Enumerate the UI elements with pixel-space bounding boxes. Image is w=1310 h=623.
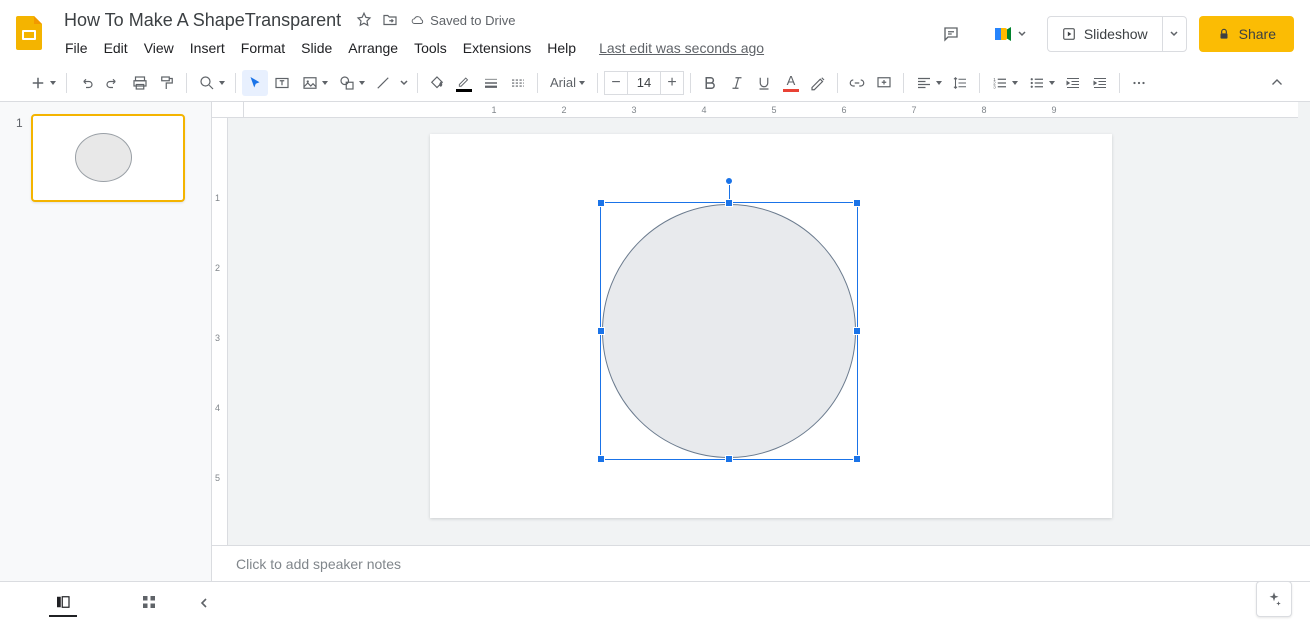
meet-button[interactable] <box>983 14 1035 54</box>
textbox-tool[interactable] <box>269 70 295 96</box>
share-label: Share <box>1239 26 1276 42</box>
select-tool[interactable] <box>242 70 268 96</box>
align-button[interactable] <box>910 70 946 96</box>
slides-logo[interactable] <box>10 12 50 52</box>
share-button[interactable]: Share <box>1199 16 1294 52</box>
comment-history-button[interactable] <box>931 14 971 54</box>
font-family-select[interactable]: Arial <box>544 70 591 96</box>
saved-status[interactable]: Saved to Drive <box>411 13 515 28</box>
explore-button[interactable] <box>1256 581 1292 617</box>
redo-button[interactable] <box>100 70 126 96</box>
filmstrip: 1 <box>0 102 212 581</box>
border-color-button[interactable] <box>451 70 477 96</box>
zoom-button[interactable] <box>193 70 229 96</box>
last-edit-link[interactable]: Last edit was seconds ago <box>599 36 764 60</box>
header: How To Make A ShapeTransparent Saved to … <box>0 0 1310 64</box>
menu-help[interactable]: Help <box>540 36 583 60</box>
numbered-list-button[interactable]: 123 <box>986 70 1022 96</box>
font-family-label: Arial <box>550 75 576 90</box>
menu-slide[interactable]: Slide <box>294 36 339 60</box>
line-spacing-button[interactable] <box>947 70 973 96</box>
canvas-area[interactable]: 1 2 3 4 5 6 7 8 9 1 2 3 4 5 <box>212 102 1310 581</box>
collapse-filmstrip-button[interactable] <box>194 589 214 617</box>
font-size-decrease[interactable]: − <box>604 71 628 95</box>
chevron-down-icon <box>1018 30 1026 38</box>
border-weight-button[interactable] <box>478 70 504 96</box>
menu-view[interactable]: View <box>137 36 181 60</box>
rotate-handle[interactable] <box>725 177 733 185</box>
resize-handle-tl[interactable] <box>597 199 605 207</box>
resize-handle-br[interactable] <box>853 455 861 463</box>
slideshow-dropdown[interactable] <box>1162 17 1186 51</box>
meet-icon <box>992 22 1016 46</box>
header-right: Slideshow Share <box>931 14 1294 54</box>
hide-menus-button[interactable] <box>1264 70 1290 96</box>
horizontal-ruler[interactable]: 1 2 3 4 5 6 7 8 9 <box>244 102 1298 118</box>
slide-number: 1 <box>16 116 23 202</box>
menu-insert[interactable]: Insert <box>183 36 232 60</box>
menubar: File Edit View Insert Format Slide Arran… <box>58 36 931 60</box>
more-button[interactable] <box>1126 70 1152 96</box>
main-area: 1 1 2 3 4 5 6 7 8 9 1 2 3 4 5 <box>0 102 1310 581</box>
menu-extensions[interactable]: Extensions <box>456 36 538 60</box>
toolbar: Arial − + A 123 <box>0 64 1310 102</box>
new-slide-button[interactable] <box>24 70 60 96</box>
cloud-icon <box>411 13 425 27</box>
paint-format-button[interactable] <box>154 70 180 96</box>
image-tool[interactable] <box>296 70 332 96</box>
menu-edit[interactable]: Edit <box>97 36 135 60</box>
menu-arrange[interactable]: Arrange <box>341 36 405 60</box>
bold-button[interactable] <box>697 70 723 96</box>
fill-color-button[interactable] <box>424 70 450 96</box>
decrease-indent-button[interactable] <box>1060 70 1086 96</box>
print-button[interactable] <box>127 70 153 96</box>
slideshow-button[interactable]: Slideshow <box>1048 17 1162 51</box>
slide-thumbnail-1[interactable]: 1 <box>16 114 203 202</box>
speaker-notes[interactable]: Click to add speaker notes <box>212 545 1310 581</box>
ellipse-shape[interactable] <box>602 204 856 458</box>
move-icon[interactable] <box>381 11 399 29</box>
line-tool[interactable] <box>370 70 396 96</box>
slide-canvas[interactable] <box>430 134 1112 518</box>
shape-tool[interactable] <box>333 70 369 96</box>
footer <box>0 581 1310 623</box>
undo-button[interactable] <box>73 70 99 96</box>
resize-handle-tr[interactable] <box>853 199 861 207</box>
insert-link-button[interactable] <box>844 70 870 96</box>
highlight-color-button[interactable] <box>805 70 831 96</box>
increase-indent-button[interactable] <box>1087 70 1113 96</box>
menu-tools[interactable]: Tools <box>407 36 454 60</box>
menu-file[interactable]: File <box>58 36 95 60</box>
italic-button[interactable] <box>724 70 750 96</box>
text-color-button[interactable]: A <box>778 70 804 96</box>
star-icon[interactable] <box>355 11 373 29</box>
ruler-corner <box>212 102 244 118</box>
slideshow-button-group: Slideshow <box>1047 16 1187 52</box>
slideshow-label: Slideshow <box>1084 26 1148 42</box>
menu-format[interactable]: Format <box>234 36 292 60</box>
lock-icon <box>1217 27 1231 41</box>
vertical-ruler[interactable]: 1 2 3 4 5 <box>212 118 228 581</box>
play-icon <box>1062 27 1076 41</box>
saved-status-text: Saved to Drive <box>430 13 515 28</box>
font-size-group: − + <box>604 71 684 95</box>
bulleted-list-button[interactable] <box>1023 70 1059 96</box>
document-title[interactable]: How To Make A ShapeTransparent <box>58 8 347 33</box>
chevron-down-icon <box>1170 30 1178 38</box>
insert-comment-button[interactable] <box>871 70 897 96</box>
title-area: How To Make A ShapeTransparent Saved to … <box>58 8 931 60</box>
grid-view-button[interactable] <box>135 589 163 617</box>
underline-button[interactable] <box>751 70 777 96</box>
line-dropdown[interactable] <box>397 70 411 96</box>
resize-handle-bl[interactable] <box>597 455 605 463</box>
font-size-input[interactable] <box>628 71 660 95</box>
font-size-increase[interactable]: + <box>660 71 684 95</box>
svg-text:3: 3 <box>993 84 996 89</box>
filmstrip-view-button[interactable] <box>49 589 77 617</box>
border-dash-button[interactable] <box>505 70 531 96</box>
